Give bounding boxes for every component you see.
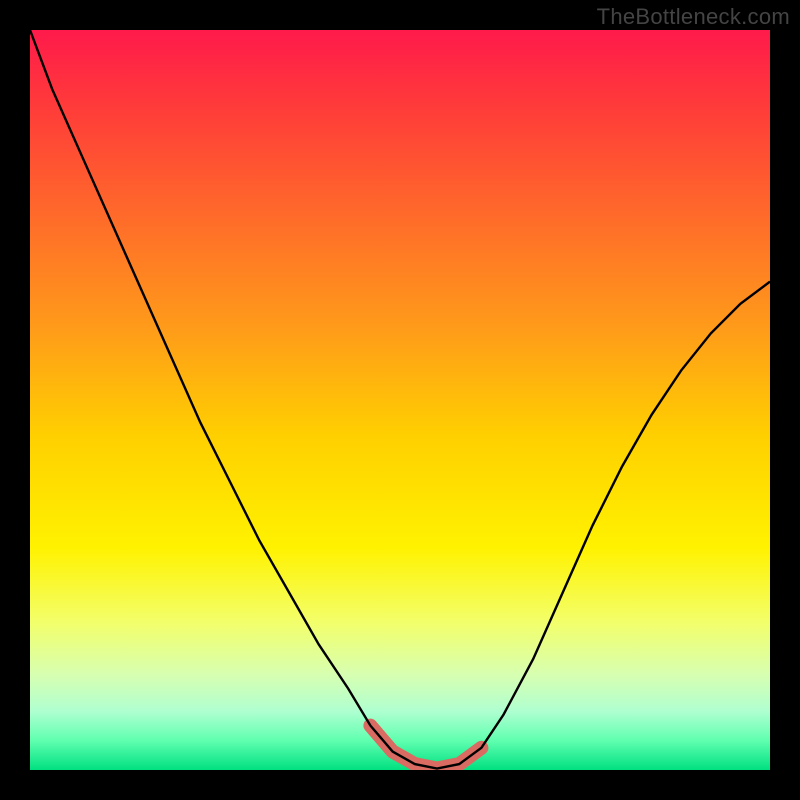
- plot-area: [30, 30, 770, 770]
- watermark-text: TheBottleneck.com: [597, 4, 790, 30]
- chart-frame: TheBottleneck.com: [0, 0, 800, 800]
- bottleneck-curve: [30, 30, 770, 770]
